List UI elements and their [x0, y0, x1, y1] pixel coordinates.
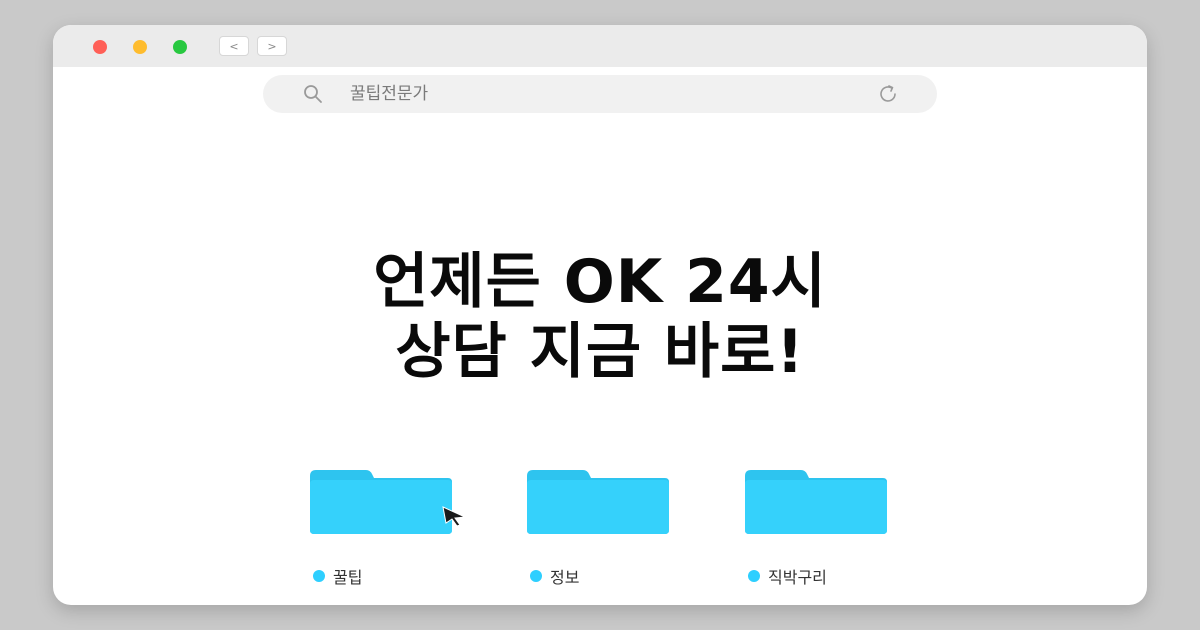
folder-name: 정보: [550, 568, 580, 587]
folder-label: 꿀팁: [313, 564, 362, 587]
folder-icon: [745, 470, 887, 534]
headline-line-1: 언제든 OK 24시: [373, 247, 827, 317]
mouse-cursor-icon: [442, 506, 467, 527]
maximize-button[interactable]: [173, 40, 187, 54]
folder-item[interactable]: 꿀팁: [308, 468, 458, 587]
folder-label: 정보: [530, 564, 579, 587]
folder-icon: [527, 470, 669, 534]
forward-button[interactable]: >: [257, 36, 287, 56]
label-dot: [530, 570, 542, 582]
folder-name: 직박구리: [768, 568, 827, 587]
search-icon: [304, 85, 322, 103]
browser-window: < > 꿀팁전문가 언제든 OK 24시 상담 지금 바로! 꿀팁 정보 직박구…: [53, 25, 1147, 605]
page-title: 언제든 OK 24시 상담 지금 바로!: [53, 247, 1147, 387]
folder-icon: [310, 470, 452, 534]
search-input[interactable]: 꿀팁전문가: [350, 75, 428, 113]
back-button[interactable]: <: [219, 36, 249, 56]
folder-label: 직박구리: [748, 564, 827, 587]
headline-line-2: 상담 지금 바로!: [395, 317, 805, 387]
label-dot: [748, 570, 760, 582]
minimize-button[interactable]: [133, 40, 147, 54]
folder-name: 꿀팁: [333, 568, 363, 587]
folder-item[interactable]: 직박구리: [743, 468, 893, 587]
title-bar: < >: [53, 25, 1147, 67]
search-bar[interactable]: 꿀팁전문가: [263, 75, 937, 113]
label-dot: [313, 570, 325, 582]
reload-icon[interactable]: [877, 83, 899, 105]
close-button[interactable]: [93, 40, 107, 54]
folder-item[interactable]: 정보: [525, 468, 675, 587]
